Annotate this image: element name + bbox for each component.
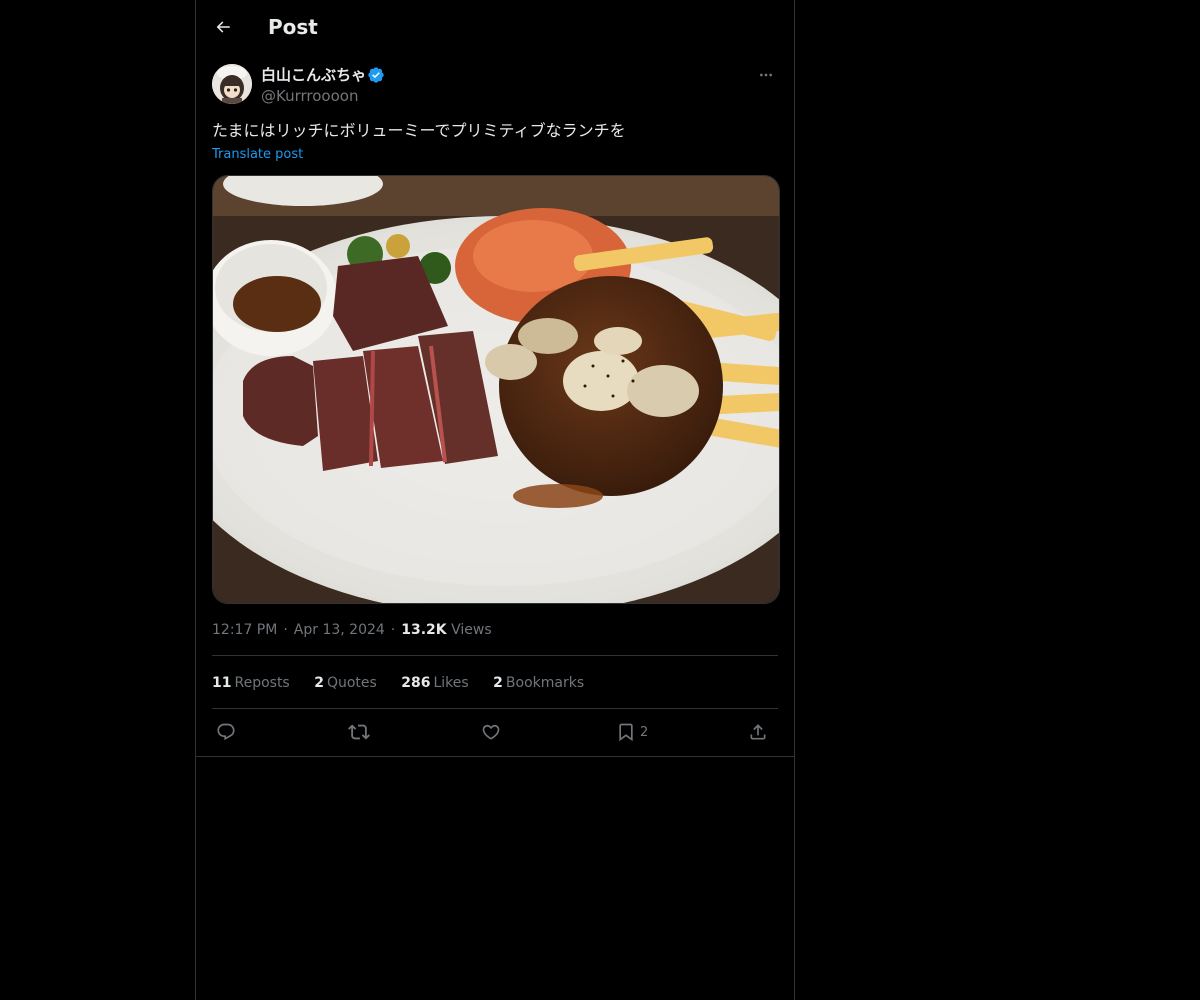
reposts-label: Reposts <box>234 675 290 691</box>
likes-stat[interactable]: 286 Likes <box>401 675 468 691</box>
repost-button[interactable] <box>348 718 370 746</box>
quotes-count: 2 <box>314 675 324 691</box>
reply-icon <box>217 723 235 741</box>
quotes-label: Quotes <box>326 675 377 691</box>
meta-separator: · <box>390 622 396 638</box>
post-time[interactable]: 12:17 PM <box>212 622 277 638</box>
divider <box>212 708 778 709</box>
meta-separator: · <box>283 622 288 638</box>
post-text: たまにはリッチにボリューミーでプリミティブなランチを <box>212 121 626 140</box>
share-button[interactable] <box>748 718 768 746</box>
page-title: Post <box>268 15 318 39</box>
views-count: 13.2K <box>401 622 447 638</box>
bookmark-button[interactable]: 2 <box>616 718 648 746</box>
post-bottom-border <box>196 756 794 757</box>
quotes-stat[interactable]: 2 Quotes <box>314 675 377 691</box>
reposts-stat[interactable]: 11 Reposts <box>212 675 290 691</box>
post-detail-column: Post 白山こんぶちゃ @Kurrroooon たまにはリッチにボリューミーで… <box>195 0 795 1000</box>
likes-label: Likes <box>433 675 469 691</box>
post-actions-bar: 2 <box>212 718 778 746</box>
reposts-count: 11 <box>212 675 232 691</box>
post-author: 白山こんぶちゃ @Kurrroooon <box>212 64 778 108</box>
post-meta: 12:17 PM · Apr 13, 2024 · 13.2K Views <box>212 620 492 640</box>
post-stats: 11 Reposts 2 Quotes 286 Likes 2 Bookmarks <box>212 673 604 693</box>
translate-post-link[interactable]: Translate post <box>212 146 303 164</box>
repost-icon <box>348 724 370 740</box>
avatar[interactable] <box>212 64 252 104</box>
more-dots-icon <box>760 73 772 77</box>
views-label: Views <box>451 622 492 638</box>
like-button[interactable] <box>481 718 501 746</box>
heart-icon <box>482 724 500 740</box>
bookmarks-count: 2 <box>493 675 503 691</box>
bookmark-icon <box>619 723 633 742</box>
back-button[interactable] <box>206 10 240 44</box>
arrow-left-icon <box>216 21 230 33</box>
page-header: Post <box>196 0 794 53</box>
bookmarks-stat[interactable]: 2 Bookmarks <box>493 675 584 691</box>
reply-button[interactable] <box>216 718 236 746</box>
bookmarks-label: Bookmarks <box>505 675 585 691</box>
avatar-illustration <box>212 64 252 104</box>
divider <box>212 655 778 656</box>
food-photo <box>213 176 779 603</box>
verified-badge-icon <box>368 67 384 83</box>
bookmark-action-count: 2 <box>640 724 649 740</box>
share-icon <box>750 724 766 740</box>
author-display-name[interactable]: 白山こんぶちゃ <box>261 65 366 85</box>
likes-count: 286 <box>401 675 431 691</box>
author-handle[interactable]: @Kurrroooon <box>261 86 358 106</box>
post-media-photo[interactable] <box>212 175 780 604</box>
post-date[interactable]: Apr 13, 2024 <box>294 622 385 638</box>
more-options-button[interactable] <box>754 64 778 86</box>
